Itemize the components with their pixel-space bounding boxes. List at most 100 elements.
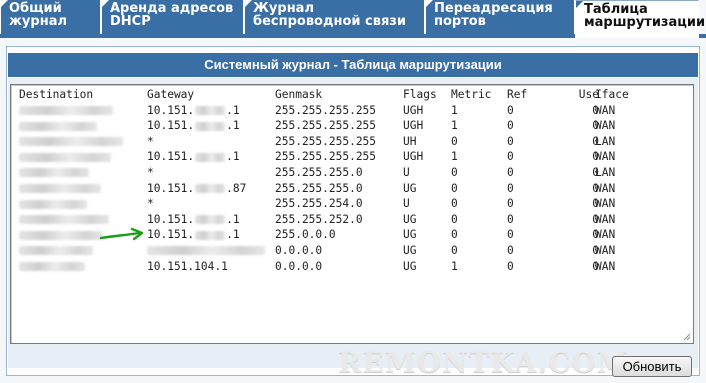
ref-cell: 0 [507,150,514,164]
tab-port-forwarding[interactable]: Переадресация портов [425,0,575,34]
destination-cell [19,196,87,212]
destination-cell [19,149,111,165]
gateway-cell [147,243,265,259]
ref-cell: 0 [507,259,514,273]
tab-bar: Общий журнал Аренда адресов DHCP Журнал … [0,0,706,38]
metric-cell: 0 [451,197,458,211]
redacted-destination [19,230,103,240]
use-cell: 0 [592,103,599,117]
route-row: 10.151. .1 255.0.0.0 UG 0 0 0 WAN [19,227,615,243]
redacted-destination [19,184,101,194]
ref-cell: 0 [507,212,514,226]
column-header: Iface [595,88,629,101]
column-header: Destination [19,88,94,101]
route-row: * 255.255.255.0 U 0 0 0 LAN [19,165,615,181]
gateway-cell: 10.151. .87 [147,181,246,197]
gateway-suffix: .1 [226,228,240,242]
destination-cell [19,118,97,134]
redacted-octet [195,121,226,131]
gateway-cell: 10.151. .1 [147,227,240,243]
iface-cell: WAN [595,181,616,195]
routing-log-textarea[interactable]: Destination Gateway Genmask Flags Metric… [10,84,694,344]
iface-cell: WAN [595,259,616,273]
column-header: Use [578,88,599,101]
gateway-prefix: 10.151. [147,150,195,164]
use-cell: 0 [592,212,599,226]
routing-log-content: Destination Gateway Genmask Flags Metric… [19,87,629,275]
flags-cell: UG [403,228,417,242]
tab-bar-baseline [0,34,575,38]
flags-cell: UH [403,134,417,148]
use-cell: 0 [592,150,599,164]
metric-cell: 0 [451,165,458,179]
flags-cell: UG [403,259,417,273]
redacted-octet [195,106,226,116]
refresh-button[interactable]: Обновить [612,356,692,377]
route-row: 10.151. .1 255.255.255.255 UGH 1 0 0 WAN [19,118,615,134]
use-cell: 0 [592,181,599,195]
genmask-cell: 255.255.255.0 [275,181,363,195]
route-row: 10.151. .1 255.255.252.0 UG 0 0 0 WAN [19,212,615,228]
metric-cell: 1 [451,259,458,273]
metric-cell: 0 [451,134,458,148]
metric-cell: 0 [451,243,458,257]
route-row: 10.151. .1 255.255.255.255 UGH 1 0 0 WAN [19,149,615,165]
redacted-destination [19,199,87,209]
gateway-cell: 10.151.104.1 [147,259,228,275]
flags-cell: U [403,197,410,211]
metric-cell: 0 [451,212,458,226]
use-cell: 0 [592,119,599,133]
resize-grip-icon[interactable] [683,333,691,341]
gateway-prefix: * [147,134,154,148]
column-header: Flags [403,88,437,101]
gateway-suffix: .87 [226,181,247,195]
tab-wireless-log[interactable]: Журнал беспроводной связи [244,0,425,34]
redacted-octet [195,230,226,240]
redacted-destination [19,246,93,256]
ref-cell: 0 [507,134,514,148]
tab-dhcp-leases[interactable]: Аренда адресов DHCP [101,0,244,34]
ref-cell: 0 [507,181,514,195]
gateway-suffix: .1 [226,103,240,117]
tab-bar-baseline-right [699,34,706,38]
redacted-octet [195,215,226,225]
iface-cell: WAN [595,103,616,117]
gateway-prefix: * [147,197,154,211]
genmask-cell: 255.255.255.255 [275,103,377,117]
iface-cell: WAN [595,228,616,242]
gateway-prefix: 10.151. [147,119,195,133]
route-row: 10.151. .1 255.255.255.255 UGH 1 0 0 WAN [19,103,615,119]
tab-general-log[interactable]: Общий журнал [0,0,101,34]
metric-cell: 0 [451,228,458,242]
use-cell: 0 [592,197,599,211]
route-row: * 255.255.255.255 UH 0 0 0 LAN [19,134,615,150]
table-header-row: Destination Gateway Genmask Flags Metric… [19,87,629,103]
route-row: 10.151. .87 255.255.255.0 UG 0 0 0 WAN [19,181,615,197]
route-row: 10.151.104.1 0.0.0.0 UG 1 0 0 WAN [19,259,615,275]
metric-cell: 1 [451,119,458,133]
destination-cell [19,103,113,119]
redacted-octet [195,152,226,162]
destination-cell [19,181,101,197]
use-cell: 0 [592,165,599,179]
redacted-destination [19,137,123,147]
route-rows: 10.151. .1 255.255.255.255 UGH 1 0 0 WAN 10.151.… [19,103,615,275]
gateway-cell: * [147,134,154,150]
use-cell: 0 [592,134,599,148]
redacted-destination [19,152,111,162]
iface-cell: WAN [595,212,616,226]
gateway-suffix: .1 [226,212,240,226]
iface-cell: WAN [595,150,616,164]
tab-routing-table[interactable]: Таблица маршрутизации [575,0,705,38]
genmask-cell: 0.0.0.0 [275,259,323,273]
genmask-cell: 255.255.255.255 [275,134,377,148]
use-cell: 0 [592,243,599,257]
ref-cell: 0 [507,197,514,211]
gateway-prefix: 10.151. [147,103,195,117]
genmask-cell: 255.255.255.255 [275,150,377,164]
redacted-gateway [147,246,265,256]
metric-cell: 0 [451,181,458,195]
gateway-cell: 10.151. .1 [147,212,240,228]
iface-cell: WAN [595,197,616,211]
destination-cell [19,212,109,228]
